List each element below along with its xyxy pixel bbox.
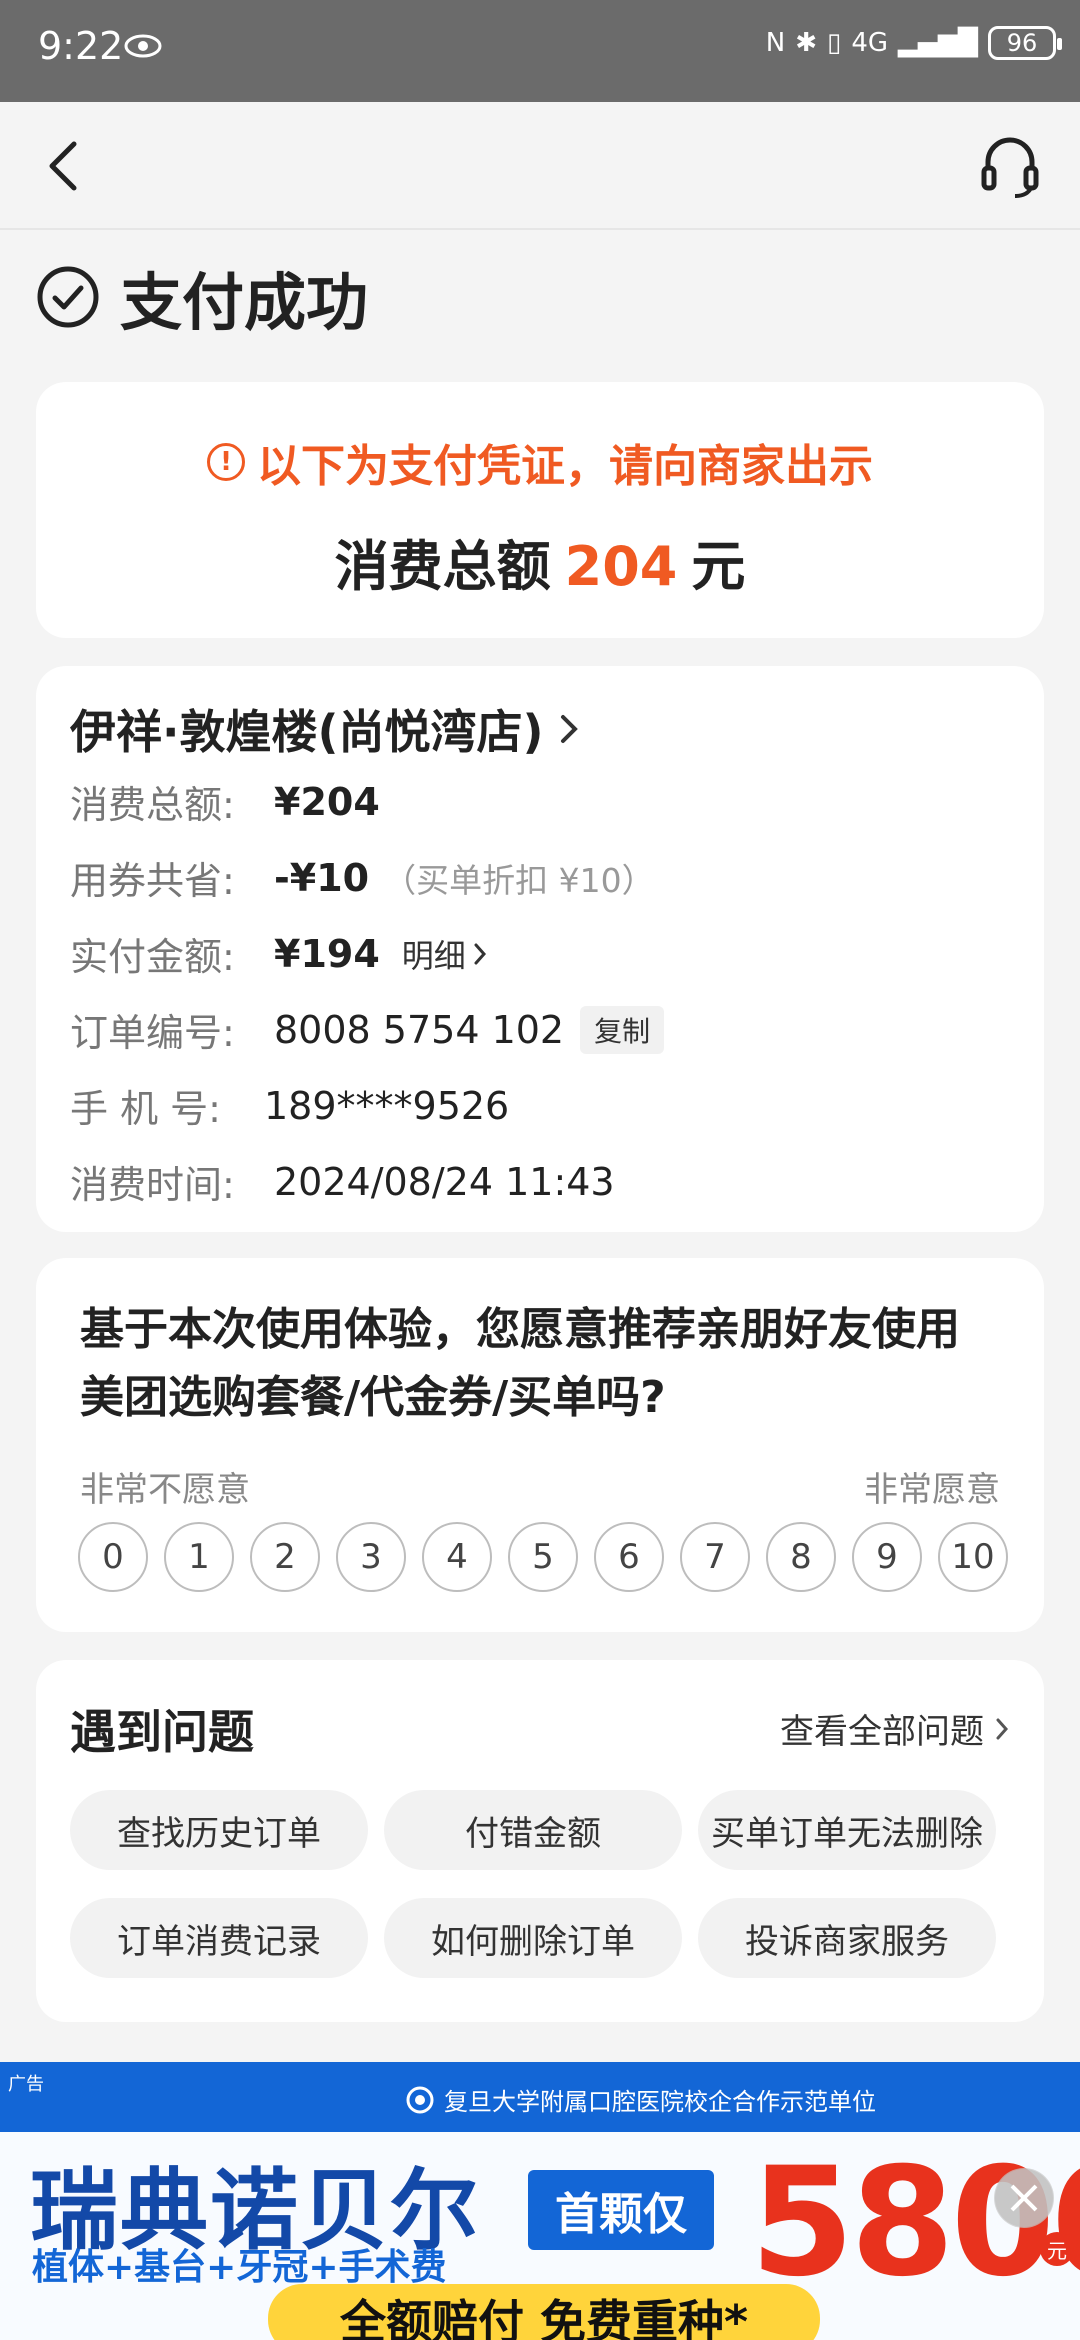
score-10[interactable]: 10 <box>938 1522 1008 1592</box>
row-value: -¥10 <box>274 855 370 900</box>
problem-chip[interactable]: 投诉商家服务 <box>698 1898 996 1978</box>
problems-card: 遇到问题 查看全部问题 查找历史订单 付错金额 买单订单无法删除 订单消费记录 … <box>36 1660 1044 2022</box>
voucher-notice: ! 以下为支付凭证，请向商家出示 <box>36 430 1044 494</box>
score-8[interactable]: 8 <box>766 1522 836 1592</box>
chevron-right-icon <box>996 1718 1009 1739</box>
score-5[interactable]: 5 <box>508 1522 578 1592</box>
score-6[interactable]: 6 <box>594 1522 664 1592</box>
voucher-notice-text: 以下为支付凭证，请向商家出示 <box>257 441 873 492</box>
row-label: 手 机 号: <box>70 1087 221 1131</box>
score-1[interactable]: 1 <box>164 1522 234 1592</box>
view-all-label: 查看全部问题 <box>780 1712 984 1752</box>
row-value: 2024/08/24 11:43 <box>274 1159 615 1204</box>
problem-chip[interactable]: 买单订单无法删除 <box>698 1790 996 1870</box>
order-row-saved: 用券共省: -¥10 （买单折扣 ¥10） <box>70 850 655 905</box>
problem-chip[interactable]: 如何删除订单 <box>384 1898 682 1978</box>
battery-level: 96 <box>1006 29 1038 57</box>
status-time: 9:22 <box>38 24 124 68</box>
hospital-logo-icon <box>406 2086 434 2113</box>
ad-partner: 复旦大学附属口腔医院校企合作示范单位 <box>406 2082 876 2117</box>
scale-max-label: 非常愿意 <box>864 1470 1000 1510</box>
row-label: 消费总额: <box>70 783 235 827</box>
row-label: 消费时间: <box>70 1163 235 1207</box>
success-heading: 支付成功 <box>36 252 368 342</box>
ad-badge: 首颗仅 <box>528 2170 714 2250</box>
row-label: 实付金额: <box>70 935 235 979</box>
ad-unit: 元 <box>1040 2232 1074 2266</box>
ad-subtitle: 植体+基台+牙冠+手术费 <box>32 2247 447 2288</box>
nav-bar <box>0 102 1080 230</box>
score-9[interactable]: 9 <box>852 1522 922 1592</box>
order-row-time: 消费时间: 2024/08/24 11:43 <box>70 1154 615 1209</box>
network-label: 4G <box>851 28 889 58</box>
headset-icon[interactable] <box>978 132 1042 198</box>
total-amount: 204 <box>564 535 678 598</box>
order-row-total: 消费总额: ¥204 <box>70 774 380 829</box>
detail-link[interactable]: 明细 <box>402 931 488 977</box>
ad-header: 广告 复旦大学附属口腔医院校企合作示范单位 <box>0 2062 1080 2132</box>
shop-name: 伊祥·敦煌楼(尚悦湾店) <box>70 705 544 759</box>
discount-note: （买单折扣 ¥10） <box>383 860 655 900</box>
close-icon[interactable] <box>994 2168 1054 2228</box>
view-all-problems-link[interactable]: 查看全部问题 <box>780 1704 1010 1753</box>
status-bar: 9:22 N ✱ ▯ 4G ▂▄▆█ 96 <box>0 0 1080 102</box>
survey-question: 基于本次使用体验，您愿意推荐亲朋好友使用美团选购套餐/代金券/买单吗? <box>80 1304 960 1423</box>
chevron-right-icon <box>560 715 578 743</box>
row-value: ¥204 <box>274 779 380 824</box>
order-row-phone: 手 机 号: 189****9526 <box>70 1078 509 1133</box>
row-label: 订单编号: <box>70 1011 235 1055</box>
row-value: 8008 5754 102 <box>274 1007 565 1052</box>
warning-icon: ! <box>207 443 245 481</box>
order-row-paid: 实付金额: ¥194 明细 <box>70 926 488 981</box>
chevron-right-icon <box>474 943 486 964</box>
nfc-icon: N <box>765 28 786 58</box>
problem-chips: 查找历史订单 付错金额 买单订单无法删除 订单消费记录 如何删除订单 投诉商家服… <box>70 1790 996 1978</box>
total-label: 消费总额 <box>334 535 551 598</box>
voucher-total: 消费总额 204 元 <box>36 522 1044 601</box>
row-value: 189****9526 <box>264 1083 510 1128</box>
bluetooth-icon: ✱ <box>795 28 817 58</box>
check-circle-icon <box>37 266 99 328</box>
score-0[interactable]: 0 <box>78 1522 148 1592</box>
problem-chip[interactable]: 付错金额 <box>384 1790 682 1870</box>
problems-title: 遇到问题 <box>70 1705 254 1759</box>
ad-banner[interactable]: 广告 复旦大学附属口腔医院校企合作示范单位 瑞典诺贝尔 植体+基台+牙冠+手术费… <box>0 2062 1080 2340</box>
problem-chip[interactable]: 查找历史订单 <box>70 1790 368 1870</box>
shop-link[interactable]: 伊祥·敦煌楼(尚悦湾店) <box>70 696 580 762</box>
row-value: ¥194 <box>274 931 380 976</box>
page-title: 支付成功 <box>120 266 369 339</box>
problem-chip[interactable]: 订单消费记录 <box>70 1898 368 1978</box>
row-label: 用券共省: <box>70 859 235 903</box>
voucher-card: ! 以下为支付凭证，请向商家出示 消费总额 204 元 <box>36 382 1044 638</box>
score-7[interactable]: 7 <box>680 1522 750 1592</box>
signal-icon: ▂▄▆█ <box>898 28 978 58</box>
order-card: 伊祥·敦煌楼(尚悦湾店) 消费总额: ¥204 用券共省: -¥10 （买单折扣… <box>36 666 1044 1232</box>
score-options: 0 1 2 3 4 5 6 7 8 9 10 <box>78 1522 1008 1592</box>
battery-icon: 96 <box>988 26 1062 60</box>
total-unit: 元 <box>691 535 746 598</box>
score-4[interactable]: 4 <box>422 1522 492 1592</box>
vibrate-icon: ▯ <box>827 28 842 58</box>
ad-tag: 广告 <box>8 2074 44 2095</box>
survey-card: 基于本次使用体验，您愿意推荐亲朋好友使用美团选购套餐/代金券/买单吗? 非常不愿… <box>36 1258 1044 1632</box>
status-icons: N ✱ ▯ 4G ▂▄▆█ 96 <box>765 26 1062 60</box>
score-3[interactable]: 3 <box>336 1522 406 1592</box>
score-2[interactable]: 2 <box>250 1522 320 1592</box>
detail-label: 明细 <box>401 936 466 975</box>
back-icon[interactable] <box>40 136 88 196</box>
order-row-number: 订单编号: 8008 5754 102 复制 <box>70 1002 665 1057</box>
copy-button[interactable]: 复制 <box>580 1005 665 1054</box>
eye-icon <box>124 34 162 58</box>
ad-bottom-banner: 全额赔付 免费重种* <box>268 2284 820 2340</box>
scale-min-label: 非常不愿意 <box>80 1470 250 1510</box>
ad-partner-text: 复旦大学附属口腔医院校企合作示范单位 <box>444 2088 876 2116</box>
